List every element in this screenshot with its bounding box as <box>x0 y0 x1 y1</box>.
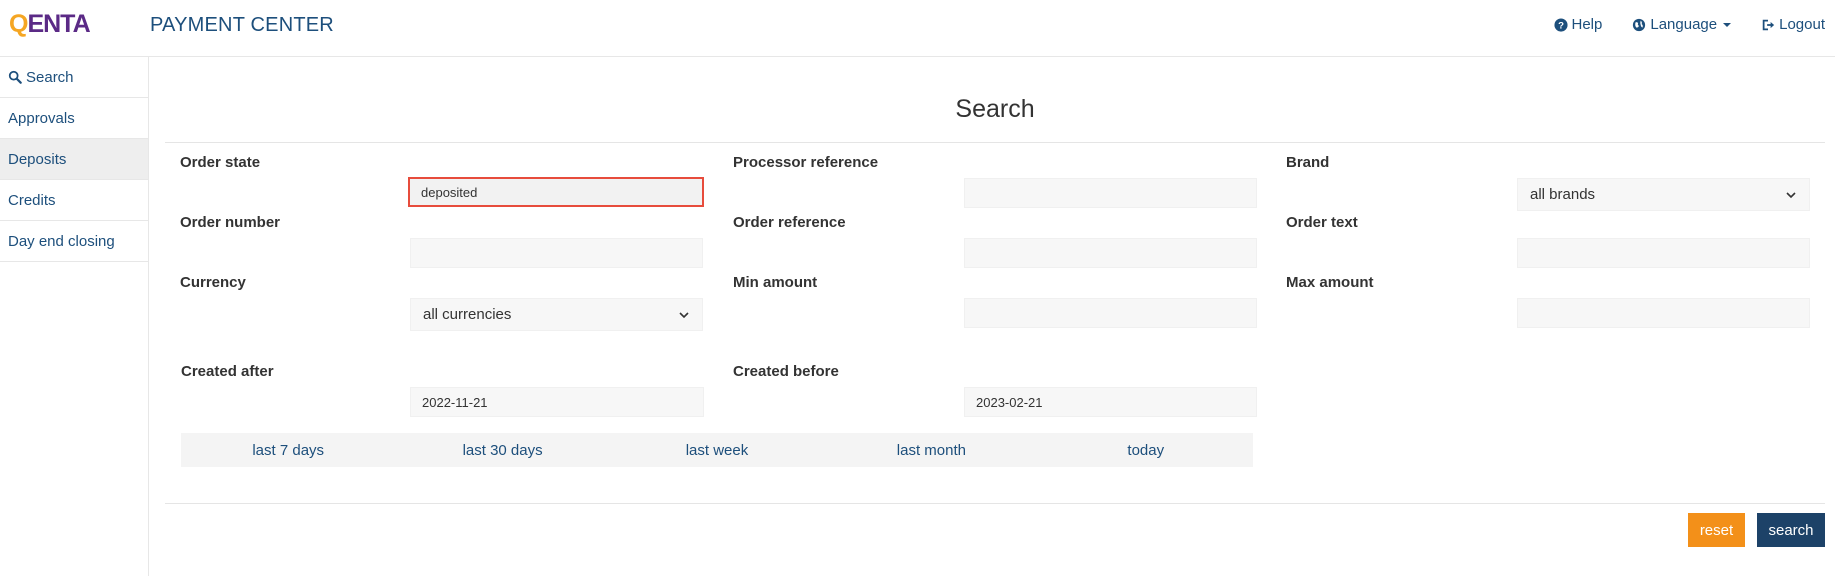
currency-select-value: all currencies <box>423 306 512 323</box>
min-amount-input[interactable] <box>964 298 1257 328</box>
reset-button[interactable]: reset <box>1688 513 1745 547</box>
order-state-input[interactable] <box>408 177 704 207</box>
sidebar-item-deposits[interactable]: Deposits <box>0 139 148 180</box>
created-before-label: Created before <box>733 363 839 380</box>
sidebar-item-search[interactable]: Search <box>0 57 148 98</box>
quick-range-last-30-days[interactable]: last 30 days <box>395 442 609 459</box>
order-number-input[interactable] <box>410 238 703 268</box>
logo-text: ENTA <box>27 9 90 38</box>
brand-label: Brand <box>1286 154 1330 171</box>
qenta-logo[interactable]: Q ENTA <box>9 9 91 38</box>
order-number-label: Order number <box>180 214 281 231</box>
sidebar-item-label: Day end closing <box>8 232 115 250</box>
sidebar-item-day-end-closing[interactable]: Day end closing <box>0 221 148 262</box>
quick-range-last-7-days[interactable]: last 7 days <box>181 442 395 459</box>
title-divider <box>165 142 1825 143</box>
form-divider <box>165 503 1825 504</box>
order-reference-label: Order reference <box>733 214 846 231</box>
logout-label: Logout <box>1779 16 1825 33</box>
max-amount-input[interactable] <box>1517 298 1810 328</box>
language-dropdown[interactable]: Language <box>1632 16 1732 33</box>
min-amount-label: Min amount <box>733 274 818 291</box>
sidebar: Search Approvals Deposits Credits Day en… <box>0 57 149 576</box>
logo-letter-q: Q <box>9 9 28 38</box>
help-label: Help <box>1571 16 1603 33</box>
order-text-input[interactable] <box>1517 238 1810 268</box>
processor-reference-label: Processor reference <box>733 154 879 171</box>
chevron-down-icon <box>1786 191 1796 198</box>
order-reference-input[interactable] <box>964 238 1257 268</box>
globe-icon <box>1633 18 1646 31</box>
main-content: Search Order state Processor reference B… <box>150 57 1835 576</box>
sidebar-item-label: Approvals <box>8 109 75 127</box>
help-link[interactable]: ? Help <box>1553 16 1603 33</box>
quick-range-last-month[interactable]: last month <box>824 442 1038 459</box>
currency-label: Currency <box>180 274 246 291</box>
page-title: Search <box>955 95 1035 123</box>
app-title: PAYMENT CENTER <box>150 14 334 36</box>
svg-text:?: ? <box>1558 20 1564 31</box>
sidebar-item-label: Deposits <box>8 150 67 168</box>
brand-select-value: all brands <box>1530 186 1596 203</box>
sidebar-item-label: Search <box>26 68 74 86</box>
chevron-down-icon <box>679 311 689 318</box>
order-state-label: Order state <box>180 154 261 171</box>
max-amount-label: Max amount <box>1286 274 1374 291</box>
caret-down-icon <box>1723 22 1732 27</box>
logout-link[interactable]: Logout <box>1761 16 1825 33</box>
sidebar-item-label: Credits <box>8 191 56 209</box>
processor-reference-input[interactable] <box>964 178 1257 208</box>
language-label: Language <box>1650 16 1718 33</box>
quick-range-last-week[interactable]: last week <box>610 442 824 459</box>
currency-select[interactable]: all currencies <box>410 298 703 331</box>
search-button[interactable]: search <box>1757 513 1825 547</box>
quick-range-today[interactable]: today <box>1039 442 1253 459</box>
created-after-label: Created after <box>181 363 274 380</box>
sign-out-icon <box>1762 19 1775 30</box>
search-icon <box>8 70 22 84</box>
sidebar-item-credits[interactable]: Credits <box>0 180 148 221</box>
order-text-label: Order text <box>1286 214 1358 231</box>
sidebar-item-approvals[interactable]: Approvals <box>0 98 148 139</box>
question-circle-icon: ? <box>1553 17 1568 32</box>
top-nav: ? Help Language Logout <box>1553 16 1825 33</box>
top-header: Q ENTA PAYMENT CENTER ? Help Language Log… <box>0 0 1835 57</box>
created-after-input[interactable] <box>410 387 704 417</box>
brand-select[interactable]: all brands <box>1517 178 1810 211</box>
quick-range-bar: last 7 days last 30 days last week last … <box>181 433 1253 467</box>
created-before-input[interactable] <box>964 387 1257 417</box>
